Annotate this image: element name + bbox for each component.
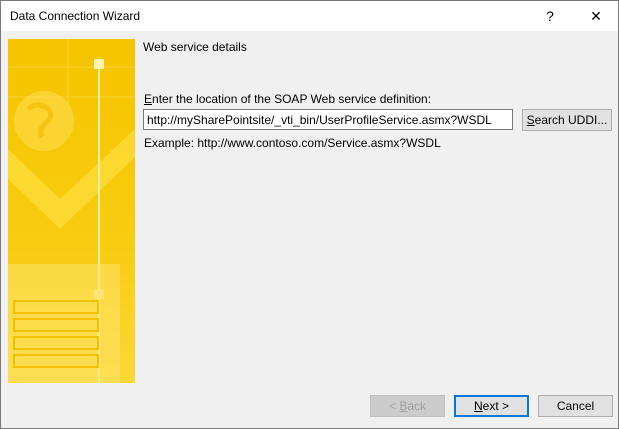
- url-label-text: nter the location of the SOAP Web servic…: [152, 92, 432, 106]
- cancel-button[interactable]: Cancel: [538, 395, 613, 417]
- back-accel: B: [399, 399, 408, 413]
- section-title: Web service details: [143, 40, 247, 54]
- url-label-accel: E: [144, 92, 153, 106]
- search-accel: S: [526, 113, 535, 127]
- url-field-label: Enter the location of the SOAP Web servi…: [144, 92, 431, 106]
- banner-graphic: [8, 39, 135, 383]
- next-button[interactable]: Next >: [454, 395, 529, 417]
- footer-separator: [1, 383, 618, 384]
- wizard-banner-image: [8, 39, 135, 383]
- search-uddi-button[interactable]: Search UDDI...: [522, 109, 612, 131]
- close-icon: ✕: [590, 7, 602, 24]
- example-text: Example: http://www.contoso.com/Service.…: [144, 136, 441, 150]
- window-title: Data Connection Wizard: [10, 9, 141, 23]
- back-button[interactable]: < Back: [370, 395, 445, 417]
- back-label: ack: [407, 399, 427, 413]
- back-arrow: <: [388, 399, 400, 413]
- help-button[interactable]: ?: [527, 1, 573, 31]
- title-bar: Data Connection Wizard ? ✕: [1, 1, 618, 31]
- wsdl-url-input[interactable]: [143, 109, 513, 130]
- help-icon: ?: [546, 8, 554, 24]
- next-accel: N: [473, 399, 483, 413]
- next-label: ext >: [482, 399, 510, 413]
- dialog-body: Web service details Enter the location o…: [1, 31, 618, 428]
- search-label: earch UDDI...: [534, 113, 608, 127]
- data-connection-wizard-dialog: Data Connection Wizard ? ✕ Web service d…: [0, 0, 619, 429]
- close-button[interactable]: ✕: [573, 1, 619, 31]
